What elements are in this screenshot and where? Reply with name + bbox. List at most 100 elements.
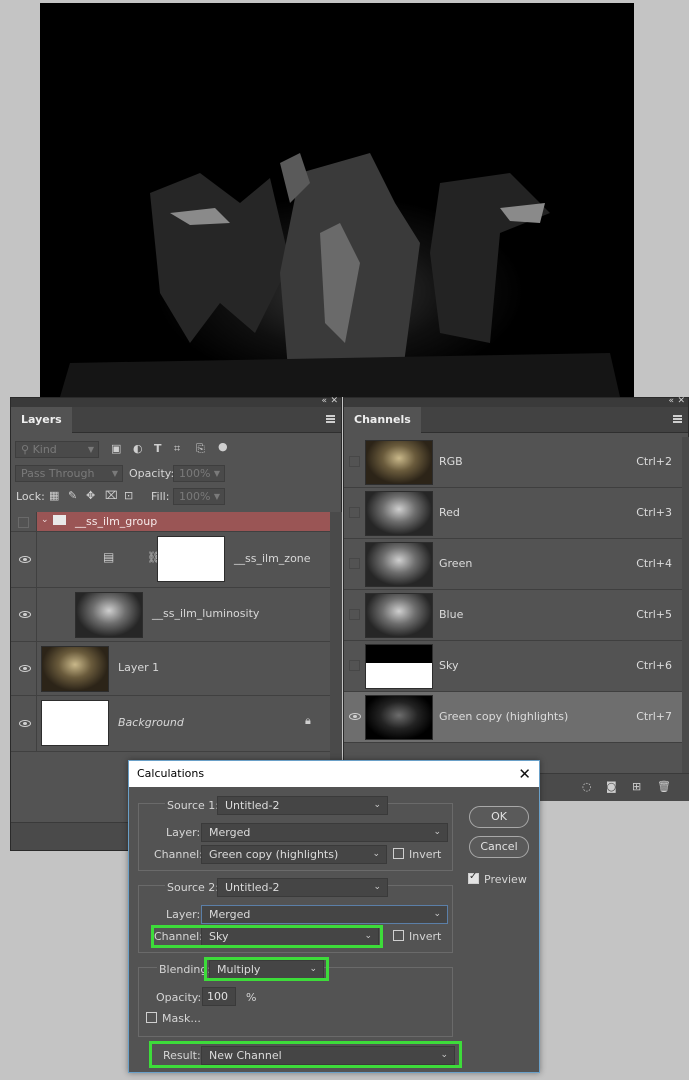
source1-layer-select[interactable]: Merged ⌄ [201, 823, 448, 842]
chevron-down-icon: ⌄ [373, 882, 381, 892]
channel-shortcut: Ctrl+5 [636, 608, 672, 621]
new-channel-icon[interactable]: ⊞ [632, 780, 641, 793]
blend-mode-select[interactable]: Pass Through ▼ [15, 465, 123, 482]
lock-brush-icon[interactable]: ✎ [68, 489, 77, 502]
source2-invert-label: Invert [409, 930, 442, 943]
source2-select[interactable]: Untitled-2 ⌄ [217, 878, 388, 897]
lock-position-icon[interactable]: ✥ [86, 489, 95, 502]
channel-shortcut: Ctrl+4 [636, 557, 672, 570]
source2-invert-checkbox[interactable] [393, 930, 404, 941]
panel-menu-icon[interactable] [673, 415, 682, 423]
layer-thumbnail[interactable] [41, 646, 109, 692]
visibility-toggle[interactable] [349, 456, 360, 467]
visibility-toggle[interactable] [11, 588, 37, 641]
type-filter-icon[interactable]: T [154, 442, 162, 455]
visibility-toggle[interactable] [11, 642, 37, 695]
close-icon[interactable]: ✕ [518, 761, 531, 787]
layer-list: ⌄ __ss_ilm_group ▤ ⛓ __ss_ilm_zone __ss_… [11, 512, 330, 752]
visibility-toggle[interactable] [11, 532, 37, 587]
channel-row-sky[interactable]: Sky Ctrl+6 [344, 641, 682, 692]
adjustment-filter-icon[interactable]: ◐ [133, 442, 143, 455]
channel-name: Red [439, 506, 460, 519]
visibility-toggle[interactable] [349, 609, 360, 620]
channel-row-red[interactable]: Red Ctrl+3 [344, 488, 682, 539]
channel-row-green-copy[interactable]: Green copy (highlights) Ctrl+7 [344, 692, 682, 743]
source1-invert-label: Invert [409, 848, 442, 861]
preview-checkbox[interactable] [468, 871, 479, 884]
layer-row-luminosity[interactable]: __ss_ilm_luminosity [11, 588, 330, 642]
tab-layers[interactable]: Layers [11, 407, 72, 433]
save-selection-icon[interactable]: ◙ [606, 780, 617, 793]
channel-row-green[interactable]: Green Ctrl+4 [344, 539, 682, 590]
cancel-button[interactable]: Cancel [469, 836, 529, 858]
layer-mask-thumbnail[interactable] [157, 536, 225, 582]
visibility-toggle[interactable] [11, 696, 37, 751]
panel-menu-icon[interactable] [326, 415, 335, 423]
shape-filter-icon[interactable]: ⌗ [174, 442, 180, 456]
document-canvas[interactable] [40, 3, 634, 397]
layer-thumbnail[interactable] [41, 700, 109, 746]
eye-icon[interactable] [19, 556, 31, 563]
eye-icon[interactable] [349, 713, 361, 720]
visibility-toggle[interactable] [349, 660, 360, 671]
channel-row-rgb[interactable]: RGB Ctrl+2 [344, 437, 682, 488]
filter-toggle-icon[interactable]: ● [218, 440, 228, 453]
source2-layer-select[interactable]: Merged ⌄ [201, 905, 448, 924]
opacity-value: 100 [207, 990, 228, 1003]
visibility-toggle[interactable] [11, 512, 37, 531]
fill-input[interactable]: 100% ▼ [173, 488, 225, 505]
trash-icon[interactable]: 🗑︎ [657, 780, 671, 793]
filter-kind-select[interactable]: ⚲ Kind ▼ [15, 441, 99, 458]
collapse-icon[interactable]: « [321, 396, 327, 406]
layer-thumbnail[interactable] [75, 592, 143, 638]
close-panel-icon[interactable]: ✕ [330, 396, 338, 406]
eye-icon[interactable] [19, 720, 31, 727]
dialog-title-bar[interactable]: Calculations ✕ [129, 761, 539, 787]
source1-select[interactable]: Untitled-2 ⌄ [217, 796, 388, 815]
pixel-filter-icon[interactable]: ▣ [111, 442, 121, 455]
filter-row: ⚲ Kind ▼ ▣ ◐ T ⌗ ⎘ ● [11, 439, 341, 461]
ok-button[interactable]: OK [469, 806, 529, 828]
visibility-empty-box[interactable] [18, 517, 29, 528]
lock-artboard-icon[interactable]: ⌧ [105, 489, 118, 502]
eye-icon[interactable] [19, 611, 31, 618]
source1-label: Source 1: [165, 799, 221, 812]
channel-row-blue[interactable]: Blue Ctrl+5 [344, 590, 682, 641]
source1-invert-checkbox[interactable] [393, 848, 404, 859]
lock-icon: 🔒︎ [305, 714, 311, 727]
load-selection-icon[interactable]: ◌ [582, 780, 592, 793]
layer-row-zone[interactable]: ▤ ⛓ __ss_ilm_zone [11, 532, 330, 588]
source2-label: Source 2: [165, 881, 221, 894]
collapse-icon[interactable]: « [668, 396, 674, 406]
layer-row-layer-1[interactable]: Layer 1 [11, 642, 330, 696]
opacity-input[interactable]: 100% ▼ [173, 465, 225, 482]
layer-name: __ss_ilm_group [75, 515, 158, 528]
smart-object-filter-icon[interactable]: ⎘ [196, 442, 205, 456]
opacity-input[interactable]: 100 [202, 987, 236, 1006]
layers-tabbar: Layers [11, 407, 341, 433]
chevron-down-icon: ▼ [87, 445, 94, 454]
preview-label: Preview [484, 873, 527, 886]
source1-layer-label: Layer: [166, 826, 201, 839]
visibility-toggle[interactable] [349, 558, 360, 569]
group-row-highlight: ⌄ __ss_ilm_group [37, 512, 330, 531]
opacity-value: 100% [179, 467, 211, 480]
chevron-down-icon[interactable]: ⌄ [41, 515, 49, 525]
layer-row-background[interactable]: Background 🔒︎ [11, 696, 330, 752]
source1-channel-value: Green copy (highlights) [209, 848, 339, 861]
mask-label: Mask... [162, 1012, 201, 1025]
channels-scrollbar[interactable] [682, 437, 689, 773]
tab-channels[interactable]: Channels [344, 407, 421, 433]
adjustment-layer-icon: ▤ [103, 550, 115, 564]
source1-channel-select[interactable]: Green copy (highlights) ⌄ [201, 845, 387, 864]
mask-checkbox[interactable] [146, 1012, 157, 1023]
chevron-down-icon: ⌄ [433, 909, 441, 919]
lock-row: Lock: ▦ ✎ ✥ ⌧ ⊡ Fill: 100% ▼ [11, 485, 341, 507]
eye-icon[interactable] [19, 665, 31, 672]
lock-all-icon[interactable]: ⊡ [124, 489, 133, 502]
close-panel-icon[interactable]: ✕ [677, 396, 685, 406]
chevron-down-icon: ▼ [213, 492, 220, 501]
layer-row-group[interactable]: ⌄ __ss_ilm_group [11, 512, 330, 532]
visibility-toggle[interactable] [349, 507, 360, 518]
lock-transparent-icon[interactable]: ▦ [49, 489, 59, 502]
